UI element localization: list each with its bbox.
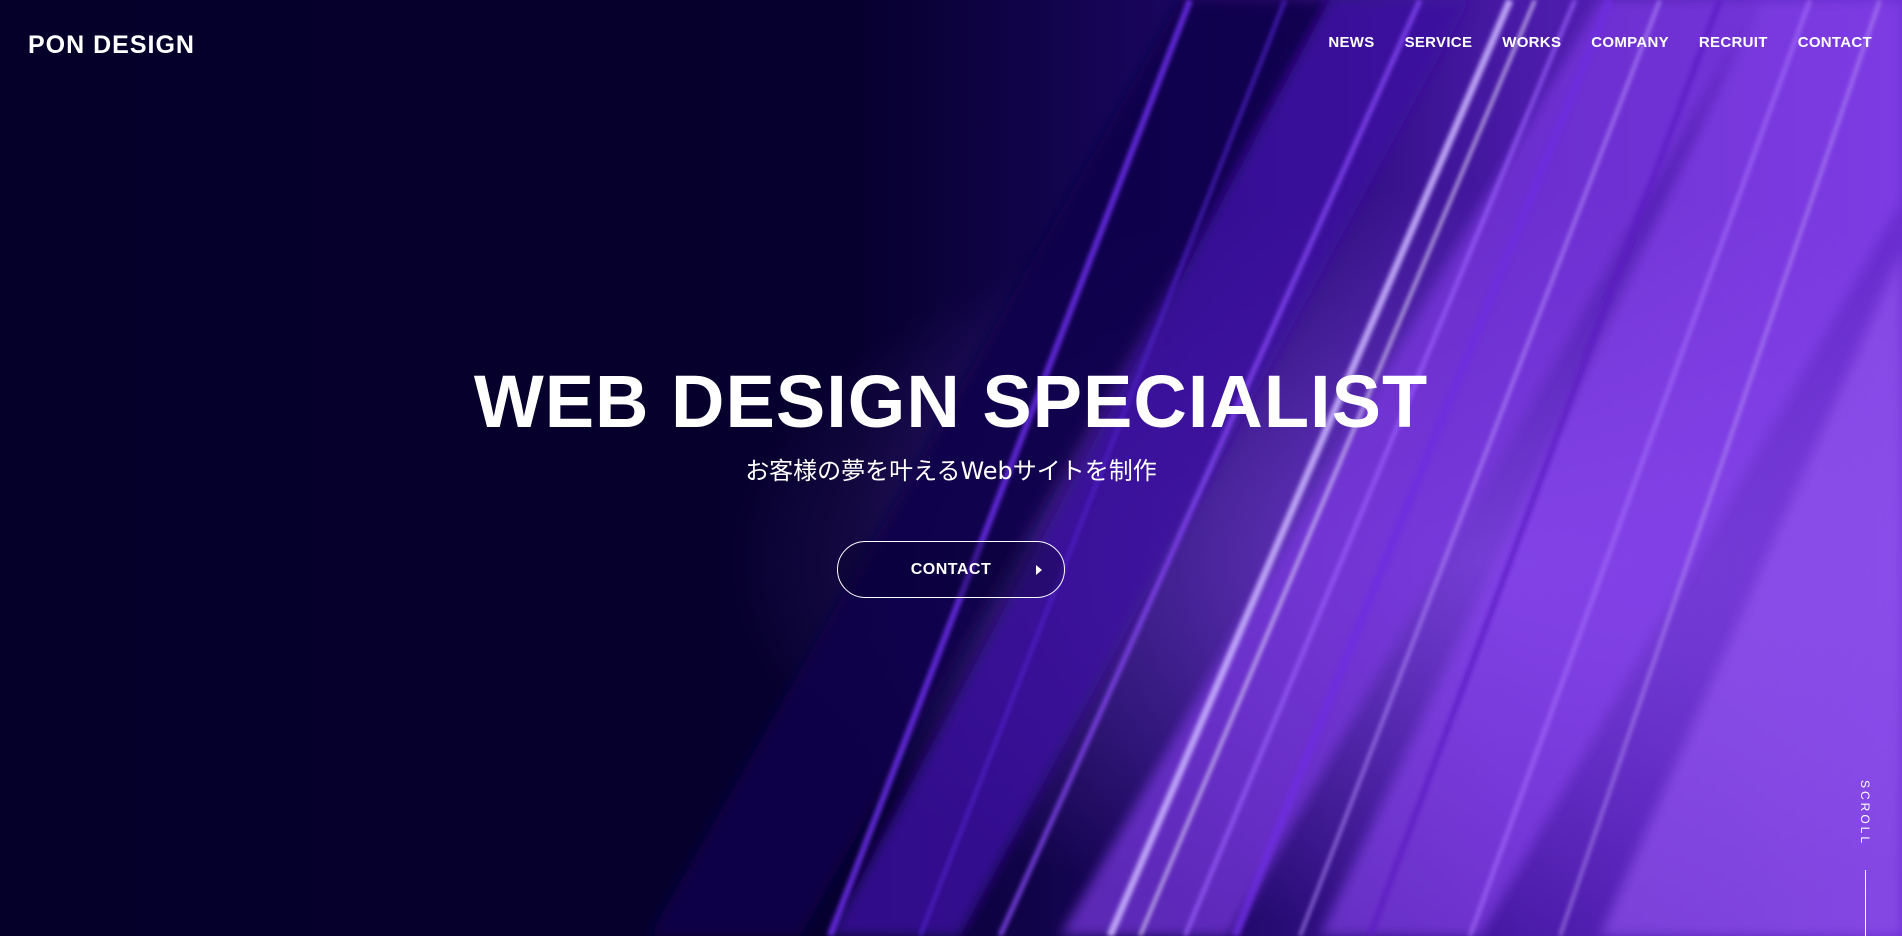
hero-subtitle: お客様の夢を叶えるWebサイトを制作 — [745, 457, 1157, 485]
nav-link-company[interactable]: COMPANY — [1591, 34, 1669, 51]
nav-item-works: WORKS — [1502, 34, 1561, 52]
nav-link-recruit[interactable]: RECRUIT — [1699, 34, 1768, 51]
contact-cta-label: CONTACT — [910, 561, 992, 578]
scroll-indicator[interactable]: SCROLL — [1856, 780, 1876, 936]
caret-right-icon — [1036, 565, 1042, 575]
nav-link-works[interactable]: WORKS — [1502, 34, 1561, 51]
nav-link-contact[interactable]: CONTACT — [1798, 34, 1872, 51]
nav-item-recruit: RECRUIT — [1699, 34, 1768, 52]
hero-title: WEB DESIGN SPECIALIST — [473, 360, 1429, 443]
hero-copy: WEB DESIGN SPECIALIST お客様の夢を叶えるWebサイトを制作 — [0, 360, 1902, 488]
nav-item-service: SERVICE — [1405, 34, 1473, 52]
nav-link-service[interactable]: SERVICE — [1405, 34, 1473, 51]
site-header: PON DESIGN NEWS SERVICE WORKS COMPANY RE… — [0, 0, 1902, 90]
nav-item-company: COMPANY — [1591, 34, 1669, 52]
global-nav: NEWS SERVICE WORKS COMPANY RECRUIT CONTA… — [1328, 34, 1872, 52]
nav-link-news[interactable]: NEWS — [1328, 34, 1374, 51]
site-logo[interactable]: PON DESIGN — [28, 31, 195, 60]
hero-section: PON DESIGN NEWS SERVICE WORKS COMPANY RE… — [0, 0, 1902, 936]
nav-item-contact: CONTACT — [1798, 34, 1872, 52]
nav-item-news: NEWS — [1328, 34, 1374, 52]
scroll-line — [1865, 870, 1866, 936]
contact-cta-button[interactable]: CONTACT — [837, 541, 1065, 598]
scroll-label: SCROLL — [1858, 780, 1872, 847]
